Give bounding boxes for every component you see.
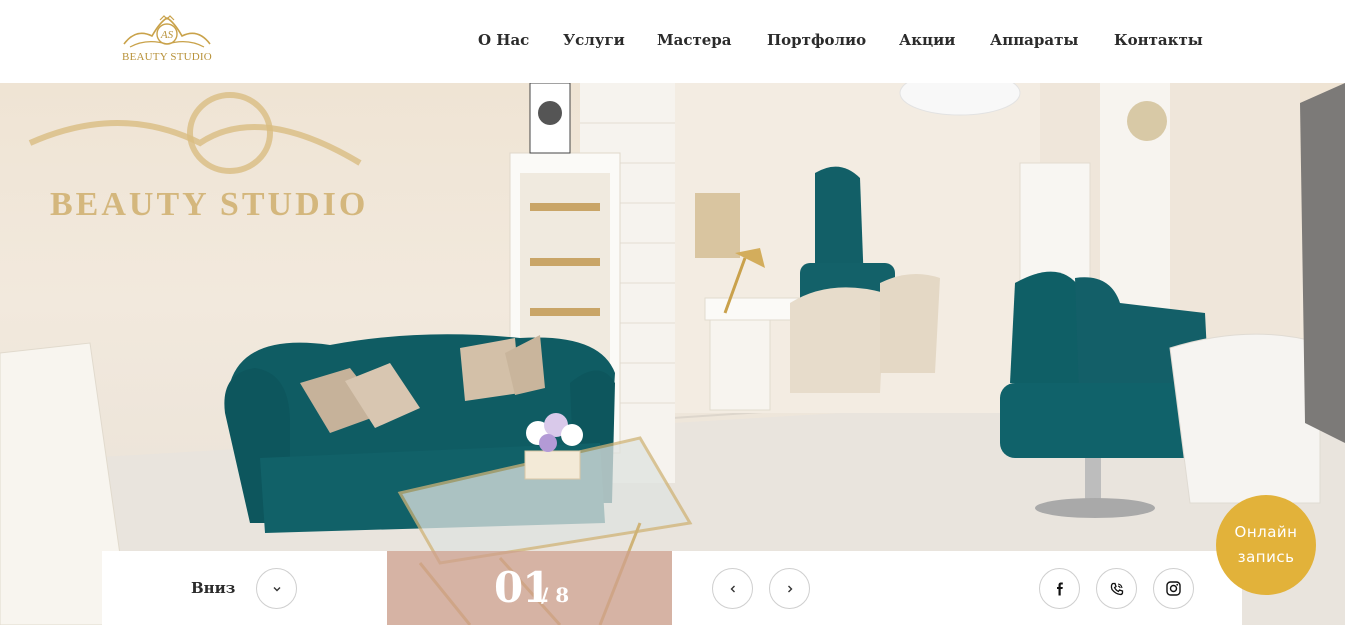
nav-item-about[interactable]: О Нас xyxy=(478,31,529,49)
crown-icon: AS xyxy=(123,15,211,48)
chevron-right-icon xyxy=(787,585,792,592)
slide-total-number: / 8 xyxy=(541,583,570,607)
prev-slide-button[interactable] xyxy=(712,568,753,609)
nav-item-contacts[interactable]: Контакты xyxy=(1114,31,1203,49)
svg-text:AS: AS xyxy=(160,29,174,41)
next-slide-button[interactable] xyxy=(769,568,810,609)
wall-sign-text: BEAUTY STUDIO xyxy=(50,186,368,223)
viber-icon xyxy=(1110,582,1123,595)
hero-slide-image: BEAUTY STUDIO xyxy=(0,83,1345,625)
nav-item-devices[interactable]: Аппараты xyxy=(990,31,1078,49)
online-booking-line2: запись xyxy=(1237,548,1295,566)
scroll-down-panel: Вниз xyxy=(102,551,387,625)
nav-item-services[interactable]: Услуги xyxy=(563,31,625,49)
viber-link[interactable] xyxy=(1096,568,1137,609)
slider-nav-panel xyxy=(672,551,1242,625)
online-booking-button[interactable]: Онлайн запись xyxy=(1216,495,1316,595)
nav-item-masters[interactable]: Мастера xyxy=(657,31,732,49)
site-header: AS BEAUTY STUDIO О Нас Услуги Мастера По… xyxy=(0,0,1345,83)
instagram-link[interactable] xyxy=(1153,568,1194,609)
logo[interactable]: AS BEAUTY STUDIO xyxy=(116,14,218,70)
chevron-left-icon xyxy=(730,585,735,592)
facebook-icon xyxy=(1056,582,1063,595)
online-booking-line1: Онлайн xyxy=(1234,523,1298,541)
scroll-down-label: Вниз xyxy=(191,579,236,597)
slide-counter: 01 / 8 xyxy=(387,551,672,625)
facebook-link[interactable] xyxy=(1039,568,1080,609)
logo-text: BEAUTY STUDIO xyxy=(122,51,212,63)
nav-item-promotions[interactable]: Акции xyxy=(899,31,955,49)
instagram-icon xyxy=(1166,581,1181,596)
chevron-down-icon xyxy=(273,586,280,591)
nav-item-portfolio[interactable]: Портфолио xyxy=(767,31,866,49)
scroll-down-button[interactable] xyxy=(256,568,297,609)
